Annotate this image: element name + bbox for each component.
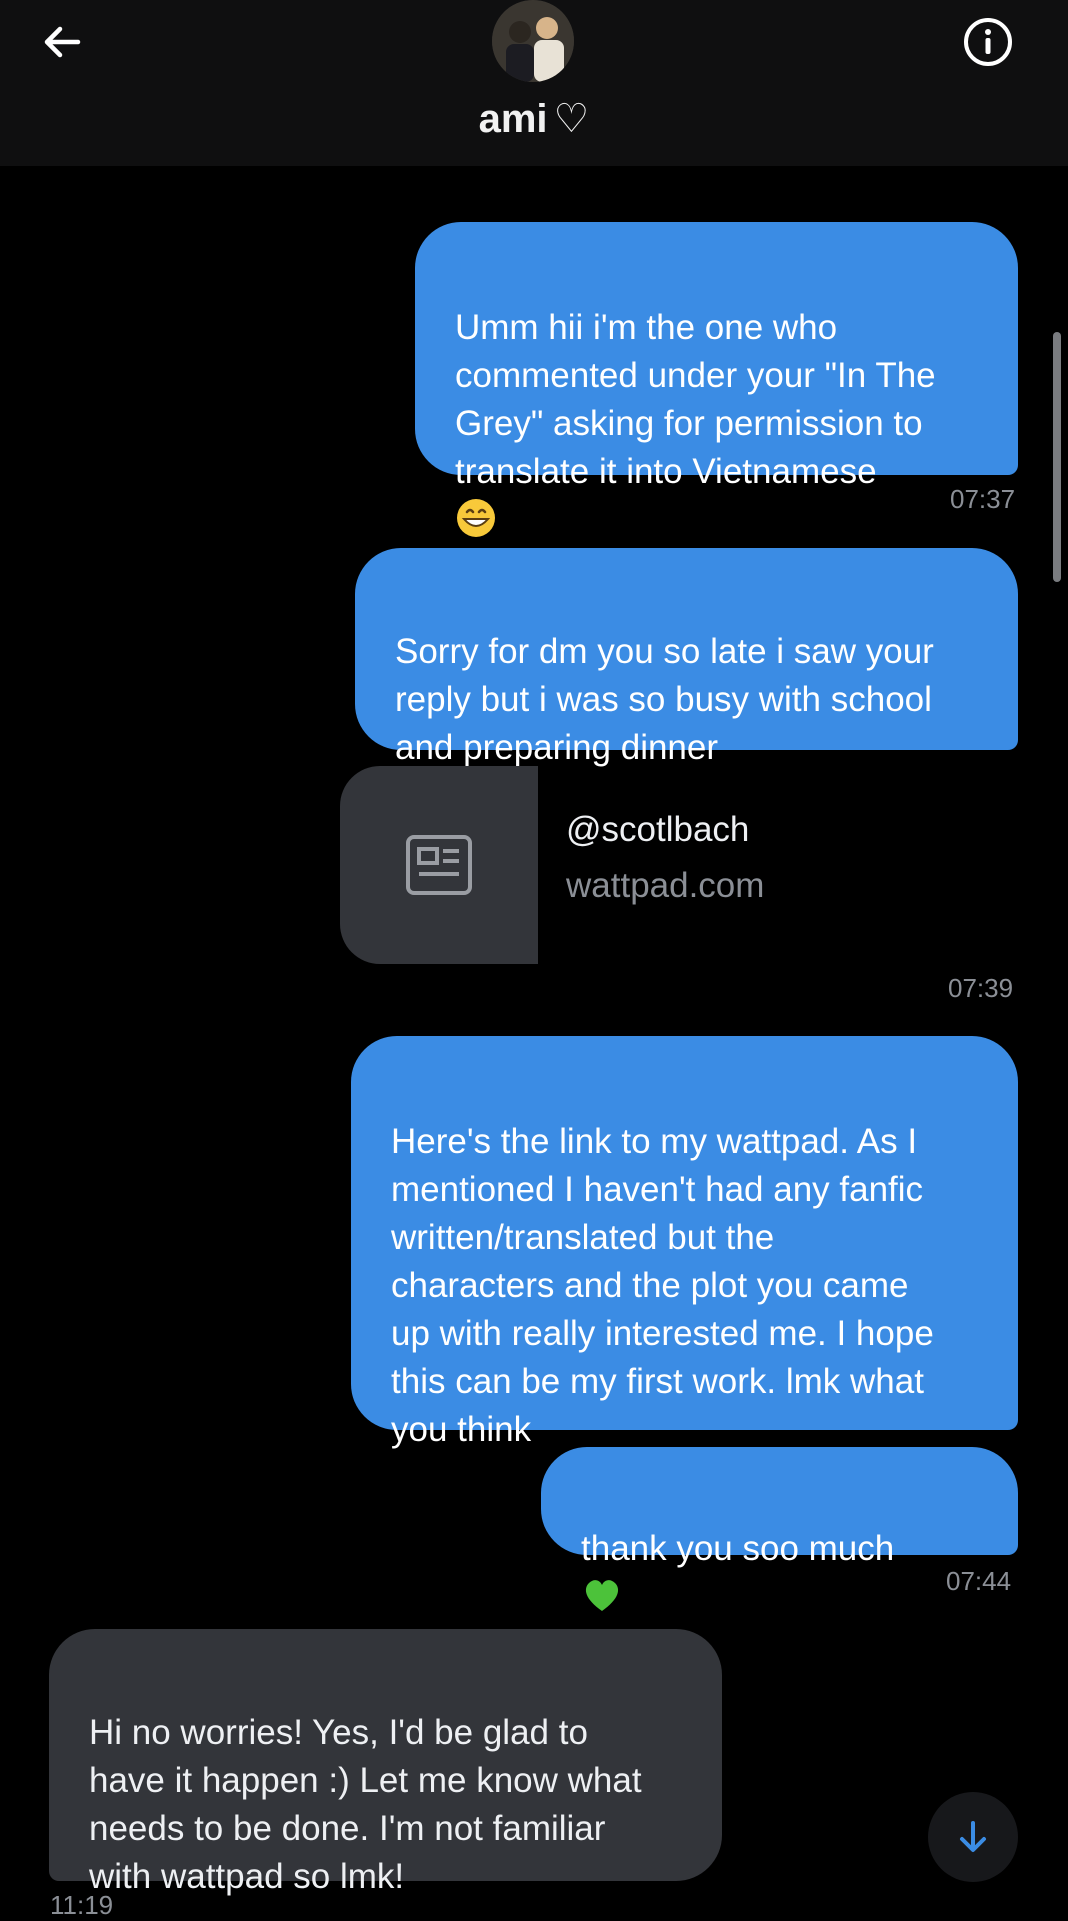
incoming-message[interactable]: Hi no worries! Yes, I'd be glad to have …	[49, 1629, 722, 1896]
outgoing-message[interactable]: Here's the link to my wattpad. As I ment…	[351, 1036, 1018, 1449]
green-heart-emoji	[585, 1580, 619, 1611]
message-timestamp: 11:19	[50, 1890, 114, 1920]
message-text: thank you soo much	[581, 1529, 895, 1568]
scrollbar-thumb[interactable]	[1053, 332, 1061, 582]
grinning-face-emoji	[457, 499, 495, 537]
heart-icon: ♡	[553, 97, 590, 141]
info-button[interactable]	[956, 14, 1020, 70]
message-timestamp: 07:44	[946, 1566, 1012, 1596]
message-timestamp: 07:39	[948, 973, 1014, 1003]
info-circle-icon	[964, 18, 1012, 66]
article-icon	[406, 835, 472, 895]
outgoing-message[interactable]: Sorry for dm you so late i saw your repl…	[355, 548, 1018, 813]
message-text: Here's the link to my wattpad. As I ment…	[391, 1122, 934, 1449]
link-domain: wattpad.com	[566, 866, 765, 905]
conversation-header: ami ♡	[0, 0, 1068, 166]
outgoing-message[interactable]: thank you soo much	[541, 1447, 1018, 1611]
contact-name-text: ami	[478, 97, 548, 141]
arrow-left-icon	[44, 26, 81, 58]
link-preview-card[interactable]: @scotlbach wattpad.com	[340, 766, 1017, 964]
back-button[interactable]	[30, 14, 94, 70]
contact-name[interactable]: ami ♡	[0, 96, 1068, 142]
link-title: @scotlbach	[566, 810, 750, 849]
outgoing-message[interactable]: Umm hii i'm the one who commented under …	[415, 222, 1018, 537]
contact-avatar[interactable]	[492, 0, 574, 82]
link-thumbnail	[340, 766, 538, 964]
message-text: Umm hii i'm the one who commented under …	[455, 308, 936, 491]
arrow-down-icon	[960, 1821, 986, 1852]
message-text: Hi no worries! Yes, I'd be glad to have …	[89, 1713, 642, 1896]
message-text: Sorry for dm you so late i saw your repl…	[395, 632, 934, 767]
scroll-to-bottom-button[interactable]	[928, 1792, 1018, 1882]
message-timestamp: 07:37	[950, 484, 1016, 514]
